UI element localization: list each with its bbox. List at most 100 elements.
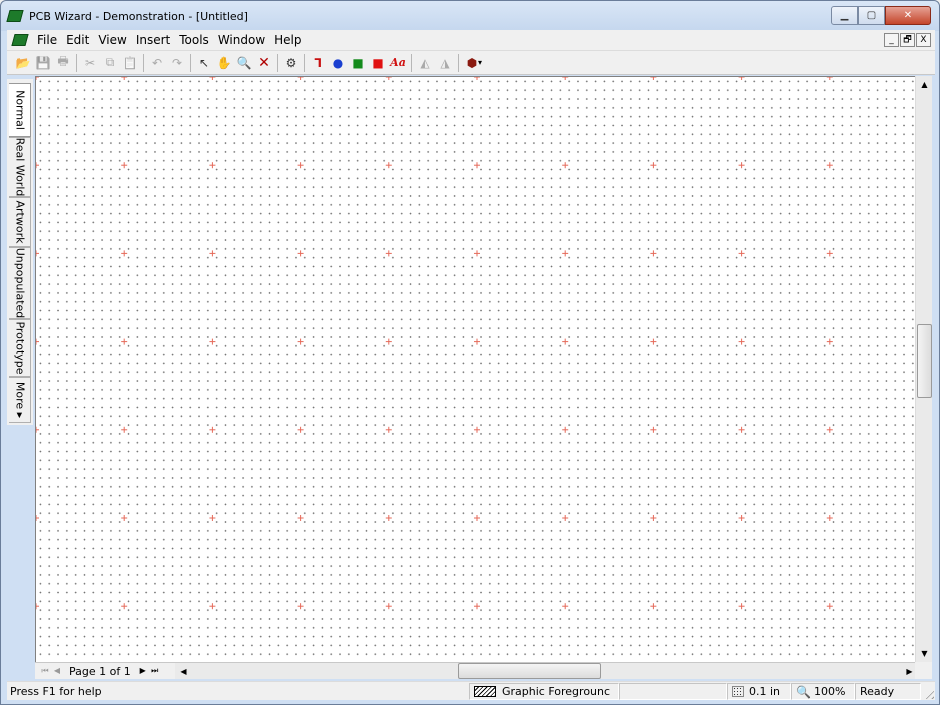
tab-unpopulated[interactable]: Unpopulated: [9, 247, 31, 319]
scroll-left-button[interactable]: ◀: [175, 663, 192, 679]
copper-area-tool-button[interactable]: ■: [368, 53, 388, 73]
print-button[interactable]: 🖶: [53, 53, 73, 73]
last-page-button[interactable]: ⏭: [149, 664, 161, 678]
document-restore-button[interactable]: 🗗: [900, 33, 915, 47]
grid-cross: [209, 338, 216, 345]
grid-cross: [738, 338, 745, 345]
grid-cross: [562, 515, 569, 521]
menu-tools[interactable]: Tools: [179, 33, 209, 47]
status-empty-panel: [619, 683, 727, 700]
toolbar-separator: [458, 53, 459, 72]
track-tool-button[interactable]: ⅂: [308, 53, 328, 73]
delete-icon: ✕: [258, 54, 270, 71]
window-controls: ▁ ▢ ✕: [831, 6, 931, 25]
menu-file[interactable]: File: [37, 33, 57, 47]
grid-cross: [385, 603, 392, 610]
status-bar: Press F1 for help Graphic Foregrounc 0.1…: [7, 681, 935, 700]
status-grid: 0.1 in: [749, 685, 781, 698]
select-icon: ↖: [198, 55, 210, 70]
vertical-scrollbar[interactable]: ▲ ▼: [915, 76, 932, 662]
minimize-button[interactable]: ▁: [831, 6, 858, 25]
open-button[interactable]: 📂: [13, 53, 33, 73]
scroll-down-button[interactable]: ▼: [916, 645, 933, 662]
pad-tool-button[interactable]: ●: [328, 53, 348, 73]
redo-button[interactable]: ↷: [167, 53, 187, 73]
document-menu-icon[interactable]: [11, 34, 29, 46]
page-navigator: ⏮ ◀ Page 1 of 1 ▶ ⏭: [39, 664, 161, 678]
grid-cross: [738, 162, 745, 169]
previous-page-button[interactable]: ◀: [51, 664, 63, 678]
menu-insert[interactable]: Insert: [136, 33, 170, 47]
text-icon: Aa: [390, 56, 406, 69]
horizontal-scrollbar[interactable]: ◀ ▶: [175, 663, 918, 679]
status-help-text: Press F1 for help: [10, 685, 102, 698]
menu-edit[interactable]: Edit: [66, 33, 89, 47]
grid-cross: [297, 603, 304, 610]
flip-vertical-button[interactable]: ◮: [435, 53, 455, 73]
toolbar-separator: [190, 53, 191, 72]
document-minimize-button[interactable]: _: [884, 33, 899, 47]
pcb-canvas[interactable]: [35, 76, 915, 662]
copy-icon: ⧉: [105, 55, 115, 69]
status-grid-panel[interactable]: 0.1 in: [727, 683, 791, 700]
paste-button[interactable]: 📋: [120, 53, 140, 73]
menu-help[interactable]: Help: [274, 33, 301, 47]
grid-cross: [121, 162, 128, 169]
component-button[interactable]: ⚙: [281, 53, 301, 73]
document-close-button[interactable]: X: [916, 33, 931, 47]
vertical-scroll-thumb[interactable]: [917, 324, 932, 398]
maximize-button[interactable]: ▢: [858, 6, 885, 25]
grid-cross: [562, 338, 569, 345]
resize-grip-icon[interactable]: [922, 687, 934, 699]
save-button[interactable]: 💾: [33, 53, 53, 73]
pan-tool-button[interactable]: ✋: [214, 53, 234, 73]
next-page-button[interactable]: ▶: [137, 664, 149, 678]
scroll-up-button[interactable]: ▲: [916, 76, 933, 93]
zoom-tool-button[interactable]: 🔍: [234, 53, 254, 73]
status-state-panel: Ready: [855, 683, 921, 700]
grid-cross: [209, 250, 216, 257]
toolbar-separator: [143, 53, 144, 72]
square-pad-tool-button[interactable]: ■: [348, 53, 368, 73]
minimize-icon: ▁: [840, 10, 849, 21]
menu-bar: File Edit View Insert Tools Window Help …: [7, 30, 935, 51]
tab-more[interactable]: More ▸: [9, 377, 31, 423]
tab-normal[interactable]: Normal: [9, 83, 31, 137]
arrow-down-icon: ▼: [921, 649, 928, 658]
pcb-wizard-app-icon[interactable]: [6, 10, 24, 22]
horizontal-scroll-thumb[interactable]: [458, 663, 601, 679]
copy-button[interactable]: ⧉: [100, 53, 120, 73]
grid-cross: [826, 162, 833, 169]
grid-cross: [738, 603, 745, 610]
grid-cross: [562, 426, 569, 433]
menu-view[interactable]: View: [98, 33, 126, 47]
grid-cross: [738, 515, 745, 521]
title-bar[interactable]: PCB Wizard - Demonstration - [Untitled] …: [1, 1, 939, 31]
flip-horizontal-button[interactable]: ◭: [415, 53, 435, 73]
toolbar-separator: [76, 53, 77, 72]
first-page-icon: ⏮: [41, 666, 49, 675]
toolbar-separator: [277, 53, 278, 72]
undo-button[interactable]: ↶: [147, 53, 167, 73]
print-icon: 🖶: [57, 54, 69, 68]
status-layer-panel[interactable]: Graphic Foregrounc: [469, 683, 619, 700]
gallery-dropdown-arrow-icon[interactable]: ▾: [478, 58, 486, 67]
status-zoom-panel[interactable]: 🔍 100%: [791, 683, 855, 700]
document-window-controls: _ 🗗 X: [883, 33, 931, 47]
first-page-button[interactable]: ⏮: [39, 664, 51, 678]
grid-cross: [36, 162, 39, 169]
component-icon: ⚙: [285, 55, 297, 70]
tab-real-world[interactable]: Real World: [9, 137, 31, 197]
grid-cross: [650, 338, 657, 345]
text-tool-button[interactable]: Aa: [388, 53, 408, 73]
select-tool-button[interactable]: ↖: [194, 53, 214, 73]
close-button[interactable]: ✕: [885, 6, 931, 25]
tab-prototype[interactable]: Prototype: [9, 319, 31, 377]
tab-artwork[interactable]: Artwork: [9, 197, 31, 247]
delete-tool-button[interactable]: ✕: [254, 53, 274, 73]
grid-cross: [650, 426, 657, 433]
tab-unpopulated-label: Unpopulated: [13, 247, 26, 319]
cut-button[interactable]: ✂: [80, 53, 100, 73]
grid-cross: [738, 77, 745, 80]
menu-window[interactable]: Window: [218, 33, 265, 47]
